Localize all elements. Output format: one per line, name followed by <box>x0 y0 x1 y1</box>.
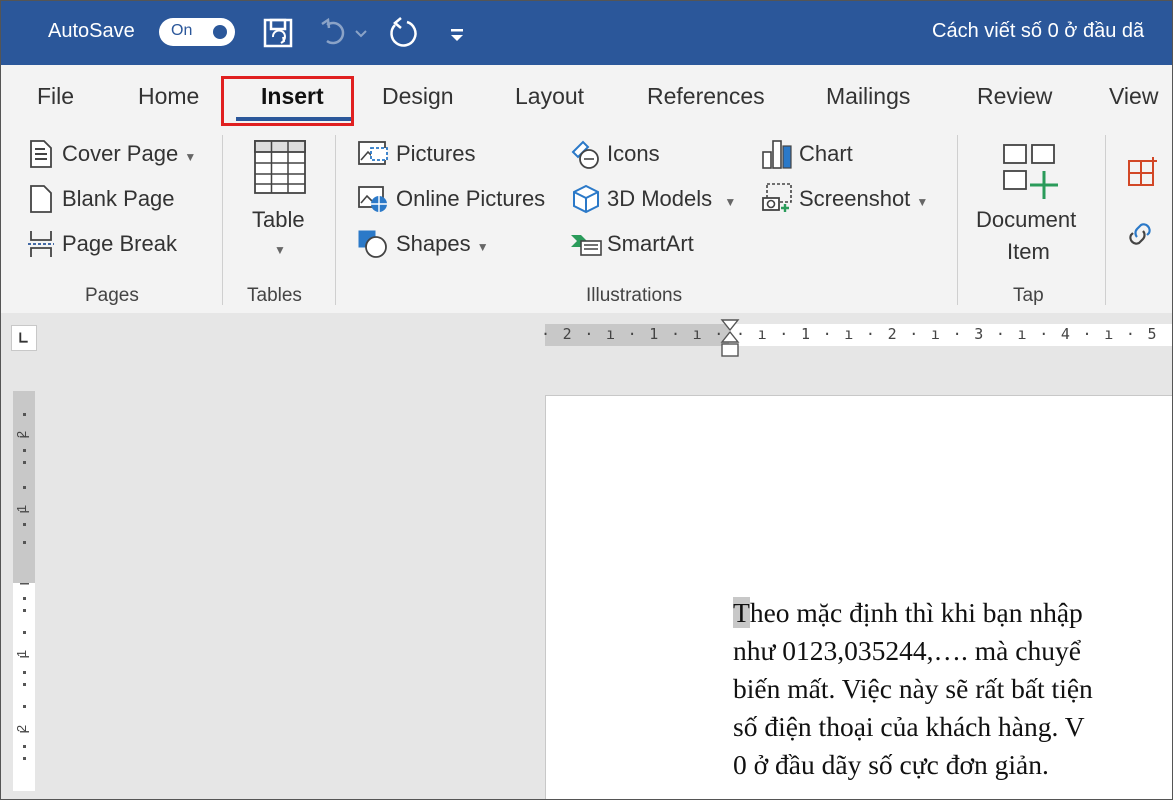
chevron-down-icon: ▼ <box>916 195 929 209</box>
vertical-ruler[interactable]: 2 1 1 2 <box>13 391 35 791</box>
screenshot-icon <box>762 183 792 212</box>
smartart-icon <box>571 235 602 256</box>
screenshot-button[interactable]: Screenshot ▼ <box>799 186 928 212</box>
left-tab-stop-icon <box>19 332 28 343</box>
doc-line: như 0123,035244,…. mà chuyể <box>733 635 1081 666</box>
autosave-state: On <box>171 22 193 39</box>
document-title: Cách viết số 0 ở đầu dã <box>932 20 1145 42</box>
vruler-label: 2 <box>14 724 30 733</box>
ribbon-tabs: File Home Insert Design Layout Reference… <box>1 65 1172 127</box>
ribbon: Cover Page ▼ Blank Page Page Break Pages… <box>1 127 1172 314</box>
cover-page-icon <box>30 140 52 168</box>
document-paragraph[interactable]: Theo mặc định thì khi bạn nhập như 0123,… <box>733 594 1172 784</box>
group-divider <box>222 135 223 305</box>
doc-line: heo mặc định thì khi bạn nhập <box>749 597 1083 628</box>
tab-references[interactable]: References <box>647 83 765 110</box>
smartart-button[interactable]: SmartArt <box>607 231 694 257</box>
vruler-label: 1 <box>14 504 30 513</box>
undo-dropdown-icon[interactable] <box>353 15 369 51</box>
pictures-button[interactable]: Pictures <box>396 141 475 167</box>
page-break-icon <box>28 231 54 257</box>
group-divider <box>335 135 336 305</box>
shapes-button[interactable]: Shapes ▼ <box>396 231 489 257</box>
indent-marker-icon[interactable] <box>720 318 740 360</box>
doc-line: số điện thoại của khách hàng. V <box>733 711 1085 742</box>
blank-page-icon <box>30 185 52 213</box>
icons-icon <box>571 140 599 169</box>
3d-models-label: 3D Models <box>607 186 713 211</box>
online-pictures-button[interactable]: Online Pictures <box>396 186 545 212</box>
tables-group-label: Tables <box>247 285 302 306</box>
3d-models-icon <box>573 184 599 214</box>
horizontal-ruler[interactable]: · 2 · ı · 1 · ı · · ı · 1 · ı · 2 · ı · … <box>541 319 1172 357</box>
tab-layout[interactable]: Layout <box>515 83 584 110</box>
shapes-label: Shapes <box>396 231 471 256</box>
chevron-down-icon: ▼ <box>184 150 197 164</box>
3d-models-button[interactable]: 3D Models ▼ <box>607 186 736 212</box>
pictures-icon <box>358 141 388 165</box>
link-icon[interactable] <box>1127 221 1159 251</box>
blank-page-button[interactable]: Blank Page <box>62 186 175 212</box>
autosave-toggle[interactable]: On <box>159 18 235 46</box>
pages-group-label: Pages <box>85 285 139 306</box>
redo-icon[interactable] <box>385 15 421 51</box>
word-window: AutoSave On Cách viết số 0 ở đầu dã File… <box>0 0 1173 800</box>
tab-review[interactable]: Review <box>977 83 1052 110</box>
chart-button[interactable]: Chart <box>799 141 853 167</box>
cover-page-button[interactable]: Cover Page ▼ <box>62 141 196 167</box>
tab-home[interactable]: Home <box>138 83 199 110</box>
customize-icon[interactable] <box>445 15 469 51</box>
toggle-knob <box>213 25 227 39</box>
chart-icon <box>762 140 792 169</box>
save-icon[interactable] <box>261 15 297 51</box>
tab-mailings[interactable]: Mailings <box>826 83 910 110</box>
icons-button[interactable]: Icons <box>607 141 660 167</box>
chevron-down-icon: ▼ <box>476 240 489 254</box>
group-divider <box>957 135 958 305</box>
add-ins-icon[interactable] <box>1127 155 1159 187</box>
undo-icon[interactable] <box>317 15 353 51</box>
tab-selector[interactable] <box>11 325 37 351</box>
tab-view[interactable]: View <box>1109 83 1158 110</box>
illustrations-group-label: Illustrations <box>586 285 683 306</box>
document-item-button-line2[interactable]: Item <box>1007 239 1050 265</box>
table-dropdown-icon[interactable]: ▼ <box>274 243 286 257</box>
page-break-button[interactable]: Page Break <box>62 231 177 257</box>
doc-line: 0 ở đầu dãy số cực đơn giản. <box>733 749 1049 780</box>
vruler-label: 1 <box>14 649 30 658</box>
title-bar: AutoSave On Cách viết số 0 ở đầu dã <box>1 1 1172 65</box>
ruler-area: · 2 · ı · 1 · ı · · ı · 1 · ı · 2 · ı · … <box>1 313 1172 361</box>
cover-page-label: Cover Page <box>62 141 179 166</box>
autosave-label: AutoSave <box>48 20 135 42</box>
shapes-icon <box>358 230 387 258</box>
insert-tab-highlight-box <box>221 76 354 126</box>
doc-line: biến mất. Việc này sẽ rất bất tiện <box>733 673 1093 704</box>
vruler-label: 2 <box>14 430 30 439</box>
tap-group-label: Tap <box>1013 285 1044 306</box>
chevron-down-icon: ▼ <box>724 195 737 209</box>
document-page[interactable]: Theo mặc định thì khi bạn nhập như 0123,… <box>545 395 1172 799</box>
screenshot-label: Screenshot <box>799 186 911 211</box>
tab-file[interactable]: File <box>37 83 74 110</box>
online-pictures-icon <box>358 186 387 212</box>
tab-design[interactable]: Design <box>382 83 454 110</box>
document-item-icon <box>1003 144 1058 199</box>
selected-char: T <box>733 597 750 628</box>
document-item-button[interactable]: Document <box>976 207 1076 233</box>
ruler-marks: · 2 · ı · 1 · ı · · ı · 1 · ı · 2 · ı · … <box>541 325 1173 343</box>
table-icon <box>254 140 306 194</box>
table-button[interactable]: Table <box>252 207 305 233</box>
group-divider <box>1105 135 1106 305</box>
